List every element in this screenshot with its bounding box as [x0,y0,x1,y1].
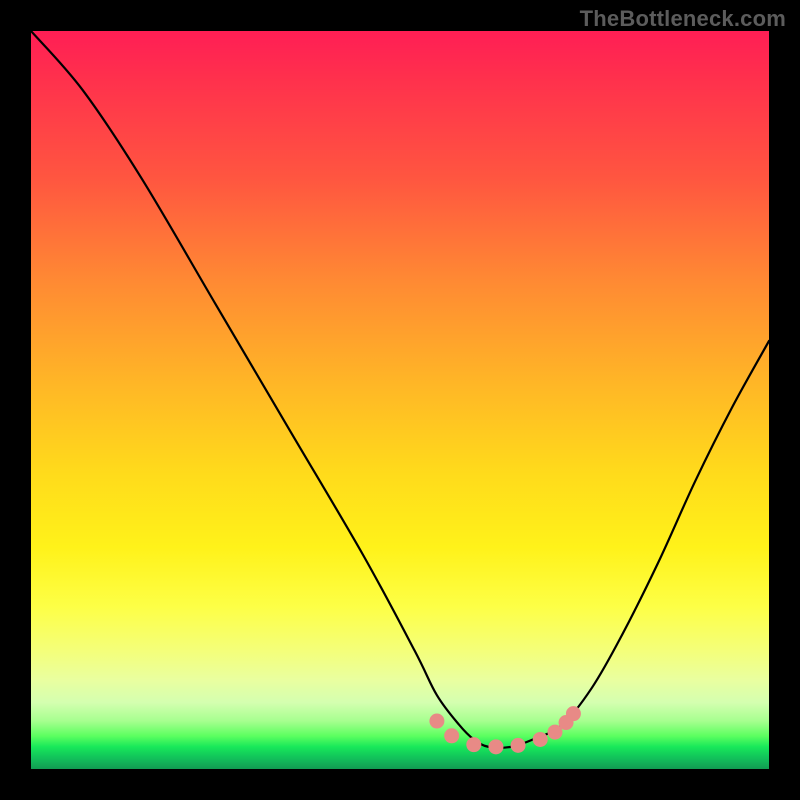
valley-dot [444,728,459,743]
chart-frame: TheBottleneck.com [0,0,800,800]
plot-area [31,31,769,769]
valley-dot [488,739,503,754]
bottleneck-curve [31,31,769,748]
watermark-text: TheBottleneck.com [580,6,786,32]
valley-dot [566,706,581,721]
curve-layer [31,31,769,769]
valley-dot [533,732,548,747]
valley-dot [511,738,526,753]
valley-dot [466,737,481,752]
valley-dot [429,714,444,729]
